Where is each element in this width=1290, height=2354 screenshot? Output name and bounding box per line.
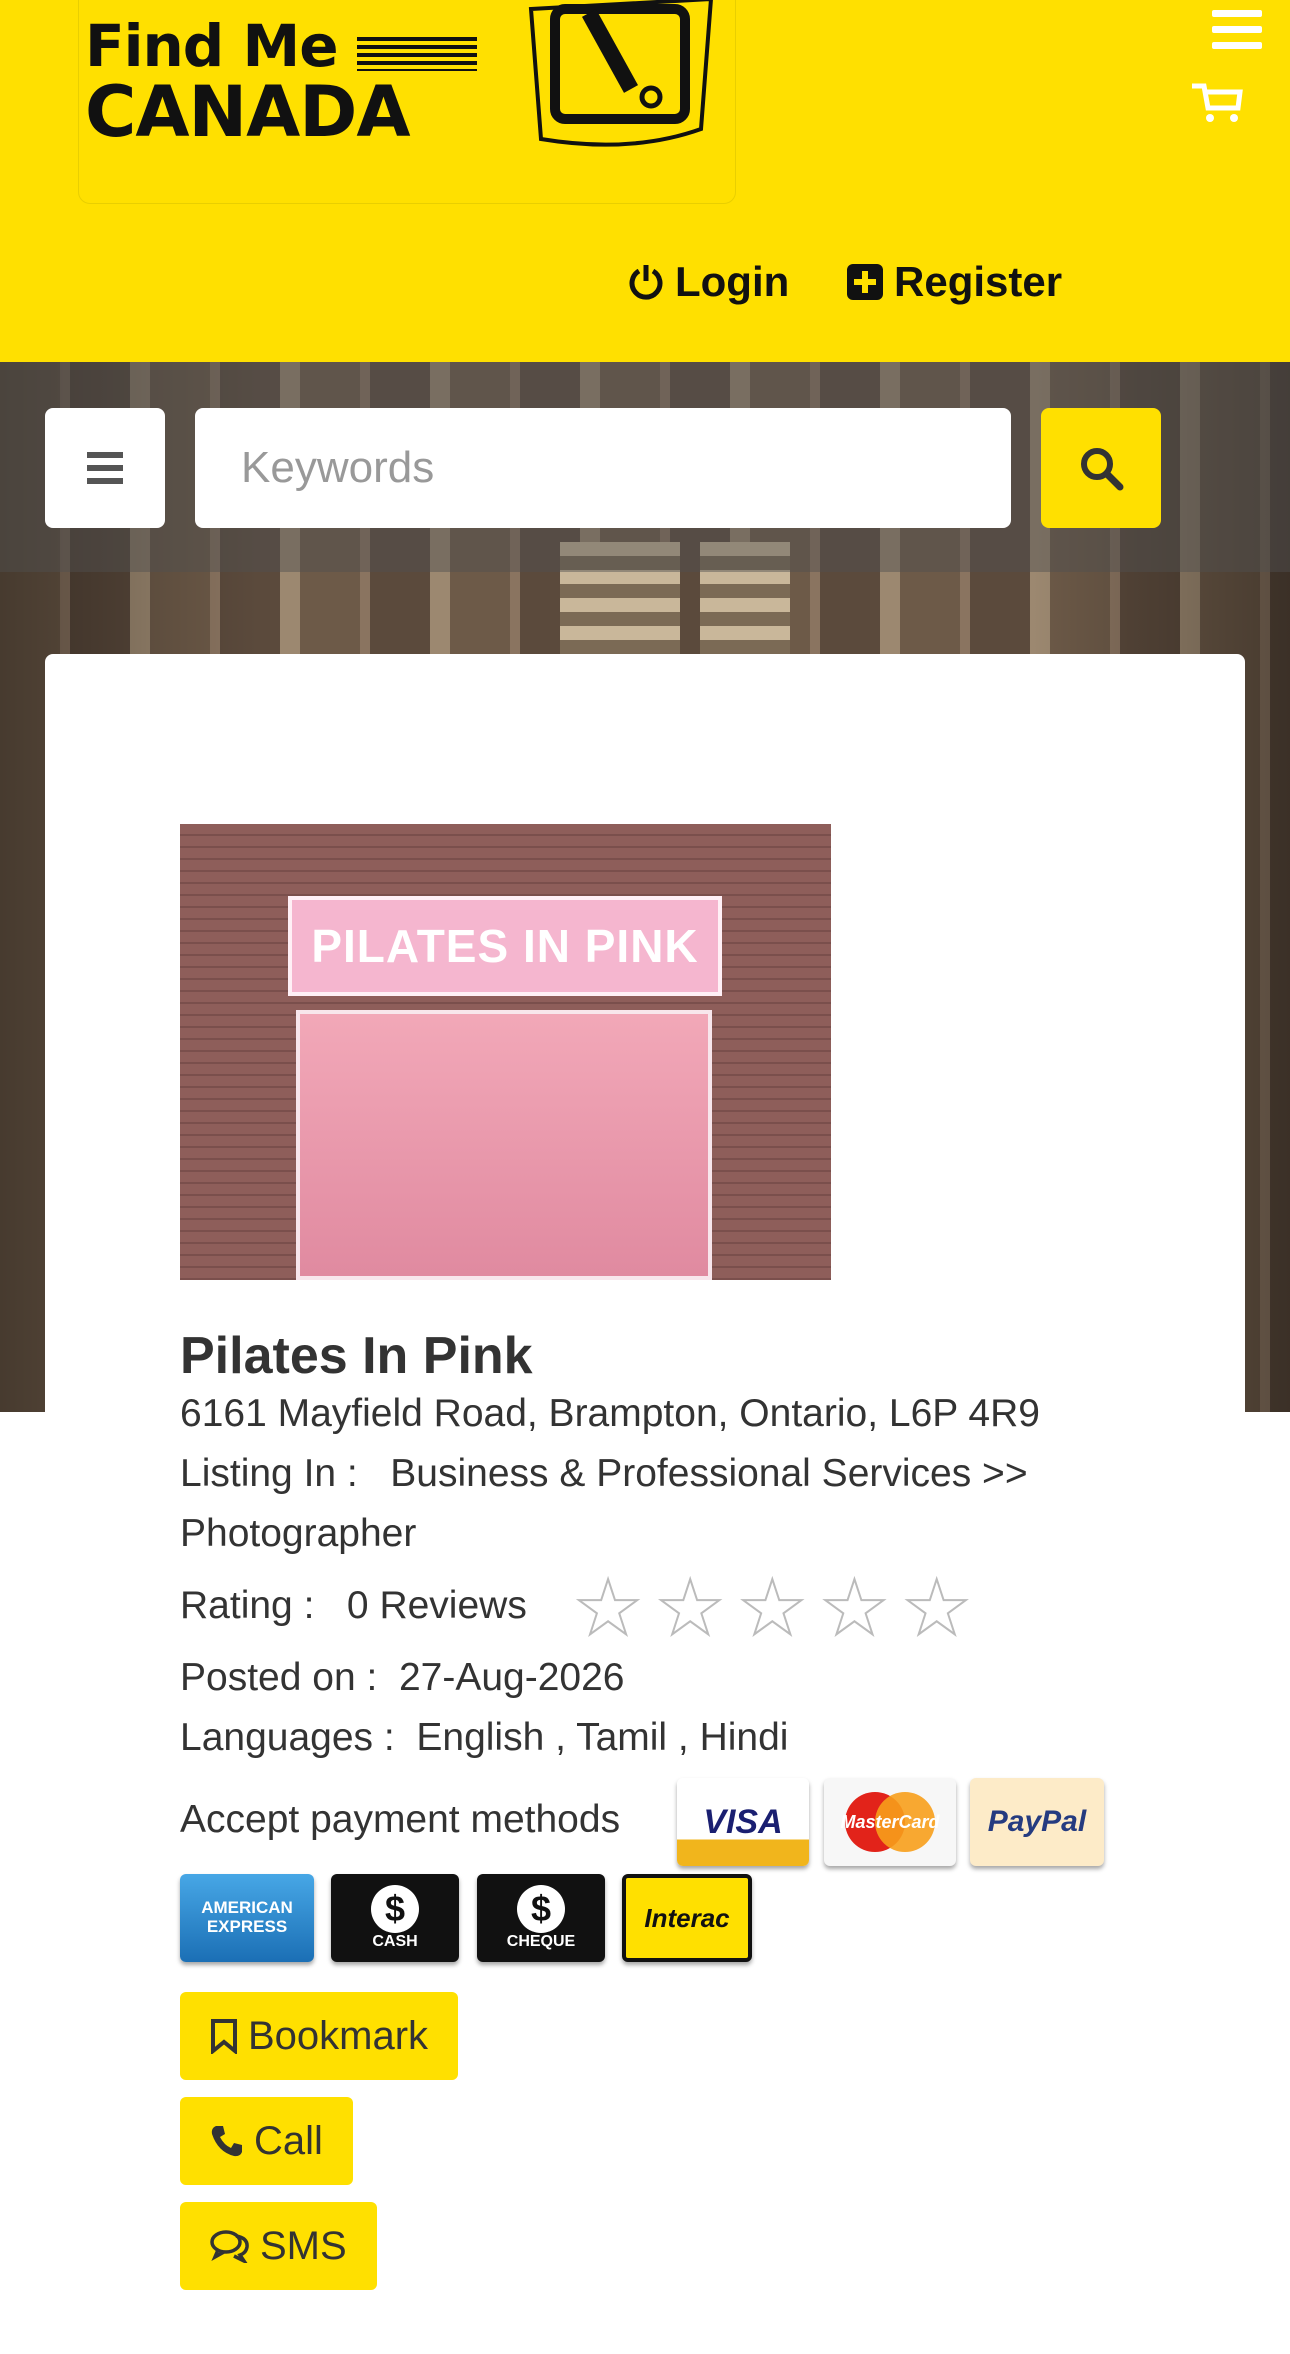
power-icon [629, 265, 663, 300]
dollar-icon: $ [517, 1885, 565, 1933]
comments-icon [210, 2230, 249, 2263]
listing-photo[interactable]: PILATES IN PINK [180, 824, 831, 1280]
listing-title: Pilates In Pink [180, 1327, 533, 1385]
payment-label: Accept payment methods [180, 1798, 621, 1841]
interac-icon: Interac [622, 1874, 752, 1962]
listing-category: Listing In : Business & Professional Ser… [180, 1452, 1028, 1496]
listing-subcategory[interactable]: Photographer [180, 1512, 416, 1556]
bookmark-button[interactable]: Bookmark [180, 1992, 459, 2080]
posted-value: 27-Aug-2026 [398, 1656, 625, 1699]
register-link[interactable]: Register [846, 258, 1062, 306]
cash-label: CASH [372, 1933, 418, 1950]
call-button[interactable]: Call [180, 2097, 353, 2185]
bars-icon [87, 452, 123, 484]
login-label: Login [675, 258, 790, 305]
posted-label: Posted on : [180, 1656, 378, 1699]
listing-in-label: Listing In : [180, 1452, 358, 1495]
listing-in-value[interactable]: Business & Professional Services >> [390, 1452, 1027, 1495]
search-button[interactable] [1041, 408, 1161, 528]
languages-label: Languages : [180, 1716, 395, 1759]
cheque-icon: $ CHEQUE [477, 1874, 605, 1962]
cart-icon[interactable] [1190, 80, 1244, 124]
call-label: Call [254, 2118, 323, 2163]
languages-value: English , Tamil , Hindi [416, 1716, 789, 1759]
site-logo[interactable]: Find Me CANADA [78, 0, 736, 204]
posted-row: Posted on : 27-Aug-2026 [180, 1656, 625, 1700]
keywords-input[interactable] [195, 408, 1011, 528]
phone-icon [211, 2126, 242, 2157]
amex-icon: AMERICAN EXPRESS [180, 1874, 314, 1962]
sms-button[interactable]: SMS [180, 2202, 377, 2290]
category-menu-button[interactable] [45, 408, 165, 528]
star-icon[interactable]: ★ [737, 1569, 807, 1647]
mastercard-label: MasterCard [840, 1811, 940, 1832]
bookmark-icon [211, 2019, 237, 2054]
rating-stars[interactable]: ★ ★ ★ ★ ★ [573, 1569, 972, 1647]
logo-dashes [357, 37, 477, 71]
rating-label: Rating : [180, 1584, 315, 1627]
visa-icon: VISA [677, 1778, 809, 1866]
rating-row: Rating : 0 Reviews [180, 1584, 527, 1628]
star-icon[interactable]: ★ [573, 1569, 643, 1647]
logo-line2: CANADA [85, 71, 411, 153]
bookmark-label: Bookmark [248, 2013, 429, 2058]
dollar-icon: $ [371, 1885, 419, 1933]
photo-sign-text: PILATES IN PINK [288, 896, 722, 996]
star-icon[interactable]: ★ [902, 1569, 972, 1647]
cash-icon: $ CASH [331, 1874, 459, 1962]
cheque-label: CHEQUE [506, 1933, 576, 1950]
login-link[interactable]: Login [627, 258, 789, 306]
star-icon[interactable]: ★ [655, 1569, 725, 1647]
sms-label: SMS [260, 2223, 347, 2268]
search-icon [1081, 448, 1124, 491]
rating-reviews[interactable]: 0 Reviews [347, 1584, 527, 1627]
plus-square-icon [847, 264, 883, 300]
hamburger-icon[interactable] [1212, 10, 1262, 54]
site-header: Find Me CANADA Login Register [0, 0, 1290, 362]
register-label: Register [894, 258, 1063, 305]
paypal-icon: PayPal [970, 1778, 1104, 1866]
mastercard-icon: MasterCard [824, 1778, 956, 1866]
languages-row: Languages : English , Tamil , Hindi [180, 1716, 788, 1760]
photo-storefront [296, 1010, 712, 1280]
listing-address: 6161 Mayfield Road, Brampton, Ontario, L… [180, 1392, 1040, 1435]
star-icon[interactable]: ★ [819, 1569, 889, 1647]
logo-tag-icon [528, 0, 713, 147]
